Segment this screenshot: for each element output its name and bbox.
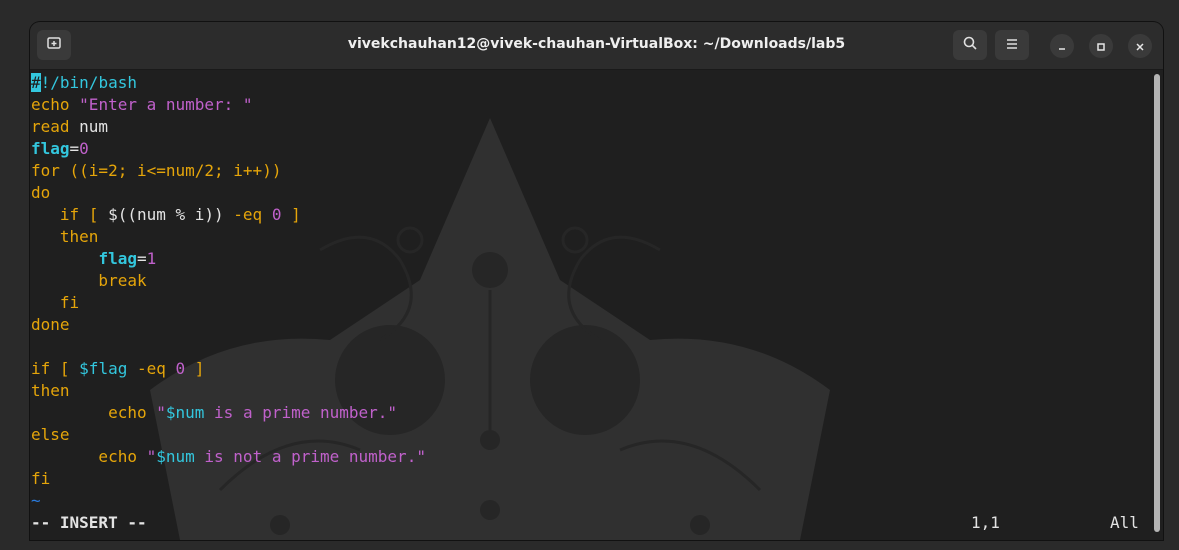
code-line[interactable]: if [ $((num % i)) -eq 0 ] xyxy=(31,204,426,226)
code-token: then xyxy=(31,227,99,246)
code-token: do xyxy=(31,183,51,202)
code-token: flag xyxy=(98,249,137,268)
code-token: flag xyxy=(31,139,70,158)
code-token: else xyxy=(31,425,70,444)
code-line[interactable]: then xyxy=(31,380,426,402)
code-token: !/bin/bash xyxy=(40,73,137,92)
search-button[interactable] xyxy=(953,30,987,60)
code-token: done xyxy=(31,315,70,334)
code-token: $num xyxy=(165,403,205,422)
code-line[interactable]: flag=0 xyxy=(31,138,426,160)
text-cursor: # xyxy=(31,73,41,92)
minimize-button[interactable] xyxy=(1050,34,1074,58)
code-token: = xyxy=(69,139,80,158)
code-token: -eq xyxy=(127,359,176,378)
code-line[interactable]: echo "$num is not a prime number." xyxy=(31,446,426,468)
code-token: ] xyxy=(281,205,301,224)
code-token: $flag xyxy=(79,359,128,378)
code-token: ] xyxy=(185,359,205,378)
code-line[interactable]: done xyxy=(31,314,426,336)
code-token: break xyxy=(31,271,147,290)
code-token: echo xyxy=(31,447,147,466)
search-icon xyxy=(962,35,978,55)
close-icon xyxy=(1135,37,1145,56)
code-token: " xyxy=(156,403,166,422)
title-bar: vivekchauhan12@vivek-chauhan-VirtualBox:… xyxy=(30,22,1163,70)
code-line[interactable]: echo "Enter a number: " xyxy=(31,94,426,116)
code-token: fi xyxy=(31,293,80,312)
code-token: num xyxy=(69,117,109,136)
code-line[interactable] xyxy=(31,336,426,358)
mode-indicator: -- INSERT -- xyxy=(31,513,147,532)
code-buffer[interactable]: #!/bin/bash echo "Enter a number: " read n… xyxy=(31,72,426,512)
code-token: is a prime number." xyxy=(204,403,398,422)
maximize-button[interactable] xyxy=(1089,34,1113,58)
code-token: 0 xyxy=(79,139,89,158)
terminal-area[interactable]: #!/bin/bash echo "Enter a number: " read n… xyxy=(30,70,1163,540)
code-token: then xyxy=(31,381,70,400)
code-line[interactable]: break xyxy=(31,270,426,292)
code-token: -eq xyxy=(223,205,272,224)
code-line[interactable]: echo "$num is a prime number." xyxy=(31,402,426,424)
code-token: is not a prime number." xyxy=(194,447,426,466)
code-token: for ((i=2; i<=num/2; i++)) xyxy=(31,161,282,180)
code-line[interactable]: read num xyxy=(31,116,426,138)
scrollbar[interactable] xyxy=(1154,74,1160,532)
code-token: "Enter a number: " xyxy=(79,95,253,114)
hamburger-menu-icon xyxy=(1005,36,1019,55)
code-token: 1 xyxy=(146,249,157,268)
empty-line-marker: ~ xyxy=(31,491,41,510)
scroll-indicator: All xyxy=(1110,513,1139,532)
code-token: $num xyxy=(156,447,195,466)
minimize-icon xyxy=(1057,37,1067,56)
vim-status-line: -- INSERT -- 1,1 All xyxy=(31,512,1141,534)
window-title: vivekchauhan12@vivek-chauhan-VirtualBox:… xyxy=(347,36,846,52)
code-token: = xyxy=(136,249,147,268)
code-token: read xyxy=(31,117,70,136)
code-token: 0 xyxy=(175,359,186,378)
code-token: if [ xyxy=(31,205,109,224)
code-token: " xyxy=(146,447,157,466)
menu-button[interactable] xyxy=(995,30,1029,60)
code-line[interactable]: fi xyxy=(31,468,426,490)
cursor-position: 1,1 xyxy=(971,513,1000,532)
code-line[interactable]: for ((i=2; i<=num/2; i++)) xyxy=(31,160,426,182)
code-line[interactable]: else xyxy=(31,424,426,446)
code-token: echo xyxy=(31,403,157,422)
code-token: echo xyxy=(31,95,80,114)
code-line[interactable]: then xyxy=(31,226,426,248)
maximize-icon xyxy=(1096,37,1106,56)
code-token: if [ xyxy=(31,359,80,378)
code-line[interactable]: flag=1 xyxy=(31,248,426,270)
code-line[interactable]: do xyxy=(31,182,426,204)
code-line[interactable]: if [ $flag -eq 0 ] xyxy=(31,358,426,380)
code-token: fi xyxy=(31,469,51,488)
code-line[interactable]: fi xyxy=(31,292,426,314)
code-token: $((num % i)) xyxy=(108,205,224,224)
close-button[interactable] xyxy=(1128,34,1152,58)
code-line[interactable]: #!/bin/bash xyxy=(31,72,426,94)
terminal-window: vivekchauhan12@vivek-chauhan-VirtualBox:… xyxy=(30,22,1163,540)
